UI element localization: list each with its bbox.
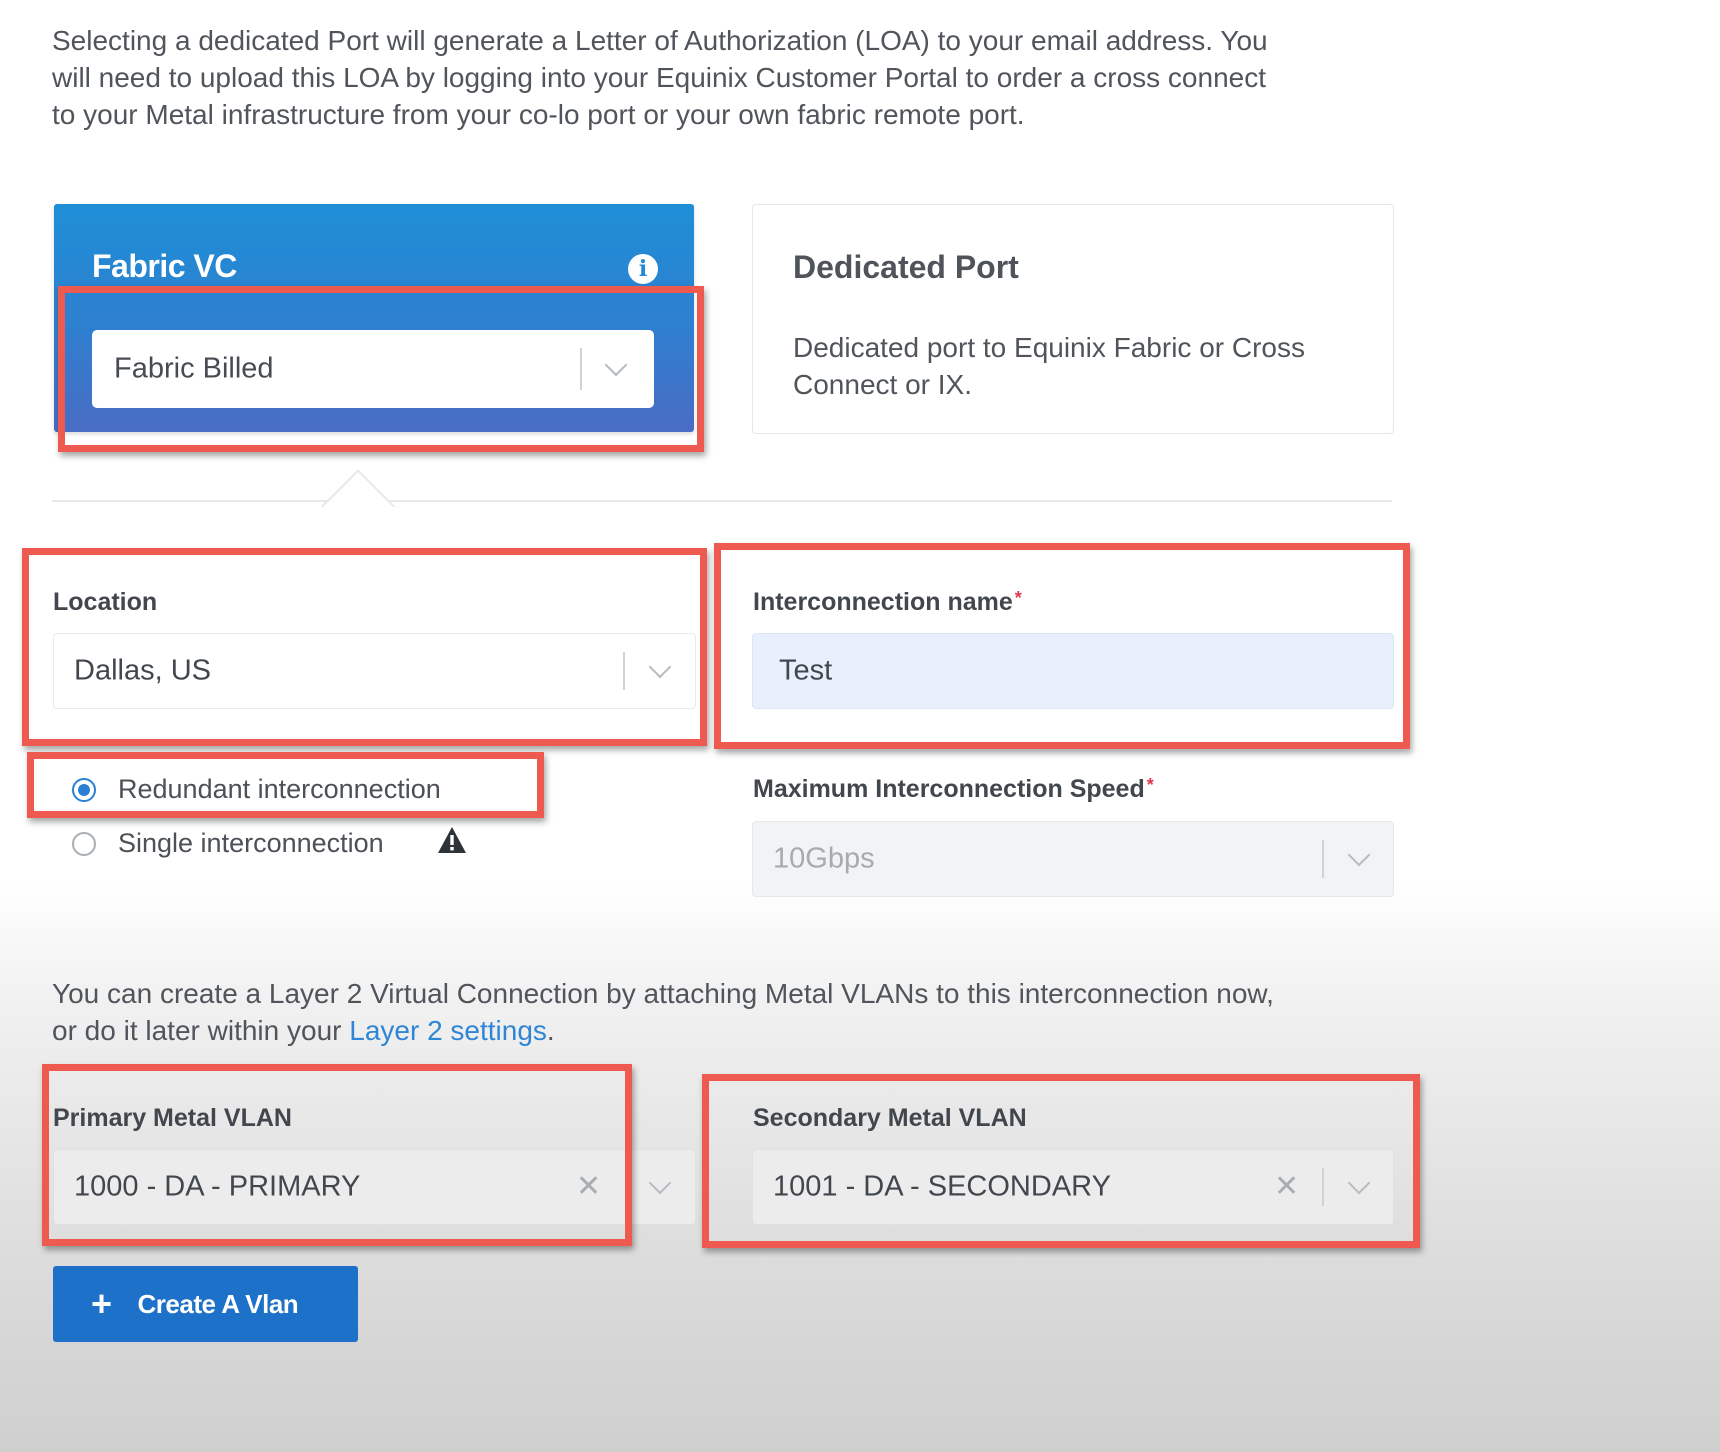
intro-line: will need to upload this LOA by logging … bbox=[52, 62, 1266, 93]
interconnection-name-label-text: Interconnection name bbox=[753, 588, 1013, 616]
secondary-vlan-value: 1001 - DA - SECONDARY bbox=[773, 1170, 1111, 1203]
dedicated-port-description: Dedicated port to Equinix Fabric or Cros… bbox=[793, 329, 1373, 403]
required-mark: * bbox=[1014, 588, 1022, 608]
clear-icon[interactable]: ✕ bbox=[1274, 1169, 1299, 1204]
intro-line: to your Metal infrastructure from your c… bbox=[52, 99, 1025, 130]
select-separator bbox=[1322, 840, 1324, 878]
warning-icon-svg bbox=[438, 827, 466, 853]
redundant-radio[interactable] bbox=[72, 777, 96, 802]
billing-select-value: Fabric Billed bbox=[114, 352, 274, 385]
intro-line: Selecting a dedicated Port will generate… bbox=[52, 25, 1268, 56]
redundant-label: Redundant interconnection bbox=[118, 774, 441, 804]
primary-vlan-value: 1000 - DA - PRIMARY bbox=[74, 1170, 361, 1203]
billing-select[interactable]: Fabric Billed bbox=[92, 330, 654, 408]
info-icon[interactable]: i bbox=[628, 254, 658, 284]
select-separator bbox=[1322, 1168, 1324, 1206]
interconnection-name-input[interactable]: Test bbox=[752, 633, 1394, 709]
max-speed-value: 10Gbps bbox=[773, 842, 875, 875]
max-speed-label: Maximum Interconnection Speed * bbox=[753, 775, 1154, 804]
secondary-vlan-select[interactable]: 1001 - DA - SECONDARY ✕ bbox=[752, 1149, 1394, 1225]
layer2-text: or do it later within your bbox=[52, 1015, 350, 1046]
create-vlan-label: Create A Vlan bbox=[137, 1288, 299, 1319]
chevron-down-icon[interactable] bbox=[648, 655, 672, 679]
max-speed-select: 10Gbps bbox=[752, 821, 1394, 897]
description-line: Dedicated port to Equinix Fabric or Cros… bbox=[793, 332, 1305, 363]
single-radio[interactable] bbox=[72, 831, 96, 856]
create-vlan-button[interactable]: + Create A Vlan bbox=[53, 1266, 358, 1342]
description-line: Connect or IX. bbox=[793, 369, 972, 400]
select-separator bbox=[580, 348, 582, 390]
chevron-down-icon[interactable] bbox=[604, 353, 628, 377]
chevron-down-icon[interactable] bbox=[648, 1171, 672, 1195]
layer2-line: or do it later within your Layer 2 setti… bbox=[52, 1012, 1452, 1049]
primary-vlan-label: Primary Metal VLAN bbox=[53, 1104, 292, 1132]
required-mark: * bbox=[1146, 775, 1154, 795]
layer2-settings-link[interactable]: Layer 2 settings bbox=[349, 1015, 547, 1046]
fabric-vc-card[interactable]: Fabric VC i Fabric Billed bbox=[54, 204, 694, 432]
single-option[interactable]: Single interconnection bbox=[72, 828, 384, 859]
interconnection-name-value: Test bbox=[779, 654, 833, 687]
interconnection-name-label: Interconnection name * bbox=[753, 588, 1022, 617]
layer2-text: . bbox=[546, 1015, 555, 1046]
selection-pointer bbox=[321, 469, 395, 543]
location-value: Dallas, US bbox=[74, 654, 211, 687]
select-separator bbox=[623, 652, 625, 690]
max-speed-label-text: Maximum Interconnection Speed bbox=[753, 775, 1145, 803]
secondary-vlan-label: Secondary Metal VLAN bbox=[753, 1104, 1027, 1132]
warning-icon[interactable] bbox=[437, 826, 467, 854]
dedicated-port-title: Dedicated Port bbox=[793, 249, 1019, 285]
primary-vlan-select[interactable]: 1000 - DA - PRIMARY ✕ bbox=[53, 1149, 696, 1225]
dedicated-port-card[interactable]: Dedicated Port Dedicated port to Equinix… bbox=[752, 204, 1394, 434]
chevron-down-icon[interactable] bbox=[1347, 1171, 1371, 1195]
fabric-vc-title: Fabric VC bbox=[92, 248, 237, 284]
layer2-line: You can create a Layer 2 Virtual Connect… bbox=[52, 978, 1274, 1009]
location-select[interactable]: Dallas, US bbox=[53, 633, 696, 709]
clear-icon[interactable]: ✕ bbox=[576, 1169, 601, 1204]
section-divider bbox=[52, 500, 1392, 502]
redundant-option[interactable]: Redundant interconnection bbox=[72, 774, 441, 805]
layer2-info-text: You can create a Layer 2 Virtual Connect… bbox=[52, 975, 1452, 1049]
single-label: Single interconnection bbox=[118, 828, 384, 858]
loa-info-text: Selecting a dedicated Port will generate… bbox=[52, 22, 1392, 133]
location-label: Location bbox=[53, 588, 158, 616]
chevron-down-icon bbox=[1347, 843, 1371, 867]
plus-icon: + bbox=[91, 1283, 112, 1324]
